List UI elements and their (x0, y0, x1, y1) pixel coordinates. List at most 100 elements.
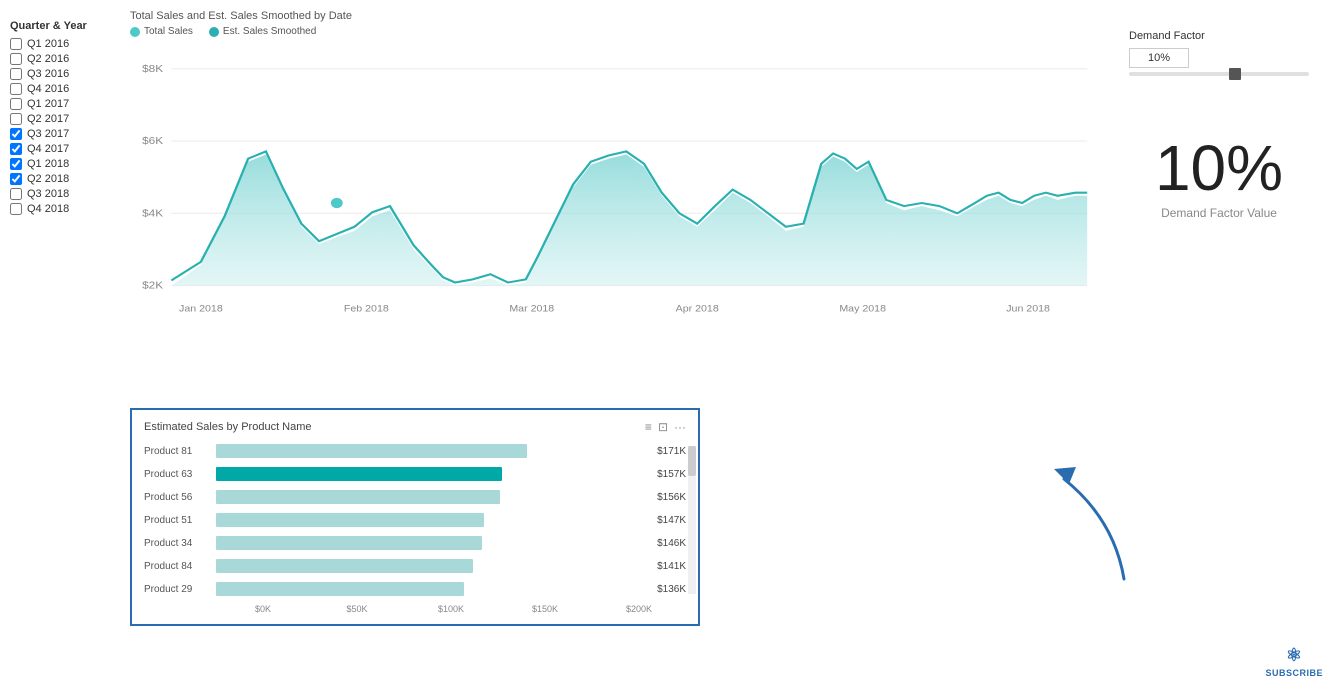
bar-fill (216, 536, 482, 550)
subscribe-button[interactable]: ⚛ SUBSCRIBE (1265, 645, 1323, 678)
dna-icon: ⚛ (1286, 645, 1303, 666)
slider-thumb[interactable] (1229, 68, 1241, 80)
bar-label: Product 51 (144, 515, 216, 526)
checkbox-8[interactable] (10, 158, 22, 170)
legend-label-0: Total Sales (144, 26, 193, 37)
bar-track (216, 513, 642, 527)
bar-chart-scrollbar[interactable] (688, 446, 696, 594)
sidebar-item-1[interactable]: Q2 2016 (10, 53, 120, 65)
bar-fill (216, 559, 473, 573)
bar-track (216, 490, 642, 504)
checkbox-2[interactable] (10, 68, 22, 80)
arrow-annotation (1034, 459, 1154, 594)
legend-label-1: Est. Sales Smoothed (223, 26, 316, 37)
sidebar-item-label-0: Q1 2016 (27, 38, 69, 50)
bar-fill (216, 513, 484, 527)
bar-track (216, 559, 642, 573)
checkbox-4[interactable] (10, 98, 22, 110)
chart-legend: Total Sales Est. Sales Smoothed (130, 26, 1099, 37)
sidebar-item-2[interactable]: Q3 2016 (10, 68, 120, 80)
bar-fill (216, 467, 502, 481)
checkbox-0[interactable] (10, 38, 22, 50)
bar-label: Product 63 (144, 469, 216, 480)
legend-dot-1 (209, 27, 219, 37)
svg-text:$2K: $2K (142, 280, 164, 291)
sidebar-item-label-5: Q2 2017 (27, 113, 69, 125)
bar-row: Product 56 $156K (144, 488, 686, 506)
bar-rows: Product 81 $171K Product 63 $157K Product 56… (144, 442, 686, 598)
scrollbar-thumb[interactable] (688, 446, 696, 476)
svg-text:$4K: $4K (142, 208, 164, 219)
x-axis-label-4: $200K (592, 604, 686, 614)
sidebar-item-label-7: Q4 2017 (27, 143, 69, 155)
checkbox-6[interactable] (10, 128, 22, 140)
sidebar-item-10[interactable]: Q3 2018 (10, 188, 120, 200)
slider-track[interactable] (1129, 72, 1309, 76)
demand-factor-value-label: Demand Factor Value (1161, 206, 1277, 220)
bar-label: Product 56 (144, 492, 216, 503)
bar-value: $146K (642, 538, 686, 549)
popup-icons: ≡ ⊡ ··· (645, 420, 686, 434)
checkbox-10[interactable] (10, 188, 22, 200)
svg-text:Feb 2018: Feb 2018 (344, 304, 389, 314)
bar-row: Product 63 $157K (144, 465, 686, 483)
expand-icon[interactable]: ⊡ (658, 420, 668, 434)
slider-container: 10% (1129, 48, 1309, 76)
sidebar-item-label-8: Q1 2018 (27, 158, 69, 170)
bar-fill (216, 490, 500, 504)
slider-value-box: 10% (1129, 48, 1189, 68)
sidebar-title: Quarter & Year (10, 20, 120, 32)
sidebar-item-0[interactable]: Q1 2016 (10, 38, 120, 50)
sidebar-item-11[interactable]: Q4 2018 (10, 203, 120, 215)
demand-big-value: 10% (1155, 136, 1283, 200)
sidebar-item-6[interactable]: Q3 2017 (10, 128, 120, 140)
legend-item-0: Total Sales (130, 26, 193, 37)
sidebar-item-7[interactable]: Q4 2017 (10, 143, 120, 155)
checkbox-7[interactable] (10, 143, 22, 155)
bar-row: Product 84$141K (144, 557, 686, 575)
checkbox-3[interactable] (10, 83, 22, 95)
bar-x-axis: $0K$50K$100K$150K$200K (144, 604, 686, 614)
bar-row: Product 34$146K (144, 534, 686, 552)
bar-value: $156K (642, 492, 686, 503)
bar-value: $147K (642, 515, 686, 526)
svg-text:Apr 2018: Apr 2018 (676, 304, 720, 314)
top-chart-section: Total Sales and Est. Sales Smoothed by D… (130, 10, 1099, 400)
bar-fill (216, 444, 527, 458)
bar-label: Product 29 (144, 584, 216, 595)
checkbox-1[interactable] (10, 53, 22, 65)
bar-value: $136K (642, 584, 686, 595)
checkbox-9[interactable] (10, 173, 22, 185)
sidebar-item-3[interactable]: Q4 2016 (10, 83, 120, 95)
bar-value: $141K (642, 561, 686, 572)
checkbox-11[interactable] (10, 203, 22, 215)
sidebar-item-4[interactable]: Q1 2017 (10, 98, 120, 110)
line-chart-container: $8K $6K $4K $2K Jan 2018 Feb 2018 Mar 20… (130, 43, 1099, 363)
sidebar-item-5[interactable]: Q2 2017 (10, 113, 120, 125)
sidebar-item-label-10: Q3 2018 (27, 188, 69, 200)
x-axis-label-0: $0K (216, 604, 310, 614)
demand-factor-label: Demand Factor (1129, 30, 1205, 42)
bar-track (216, 467, 642, 481)
x-axis-label-2: $100K (404, 604, 498, 614)
svg-text:Mar 2018: Mar 2018 (509, 304, 554, 314)
arrow-svg (1034, 459, 1154, 589)
bar-label: Product 81 (144, 446, 216, 457)
sidebar-item-9[interactable]: Q2 2018 (10, 173, 120, 185)
line-chart-svg: $8K $6K $4K $2K Jan 2018 Feb 2018 Mar 20… (130, 43, 1099, 363)
checkbox-5[interactable] (10, 113, 22, 125)
bar-row: Product 51 $147K (144, 511, 686, 529)
sidebar-item-label-4: Q1 2017 (27, 98, 69, 110)
sidebar-item-label-6: Q3 2017 (27, 128, 69, 140)
more-icon[interactable]: ··· (674, 420, 686, 434)
bar-row: Product 81 $171K (144, 442, 686, 460)
sidebar-item-8[interactable]: Q1 2018 (10, 158, 120, 170)
legend-item-1: Est. Sales Smoothed (209, 26, 316, 37)
bar-value: $157K (642, 469, 686, 480)
bar-track (216, 444, 642, 458)
bar-value: $171K (642, 446, 686, 457)
subscribe-label: SUBSCRIBE (1265, 668, 1323, 678)
legend-dot-0 (130, 27, 140, 37)
bar-track (216, 582, 642, 596)
svg-text:Jan 2018: Jan 2018 (179, 304, 223, 314)
